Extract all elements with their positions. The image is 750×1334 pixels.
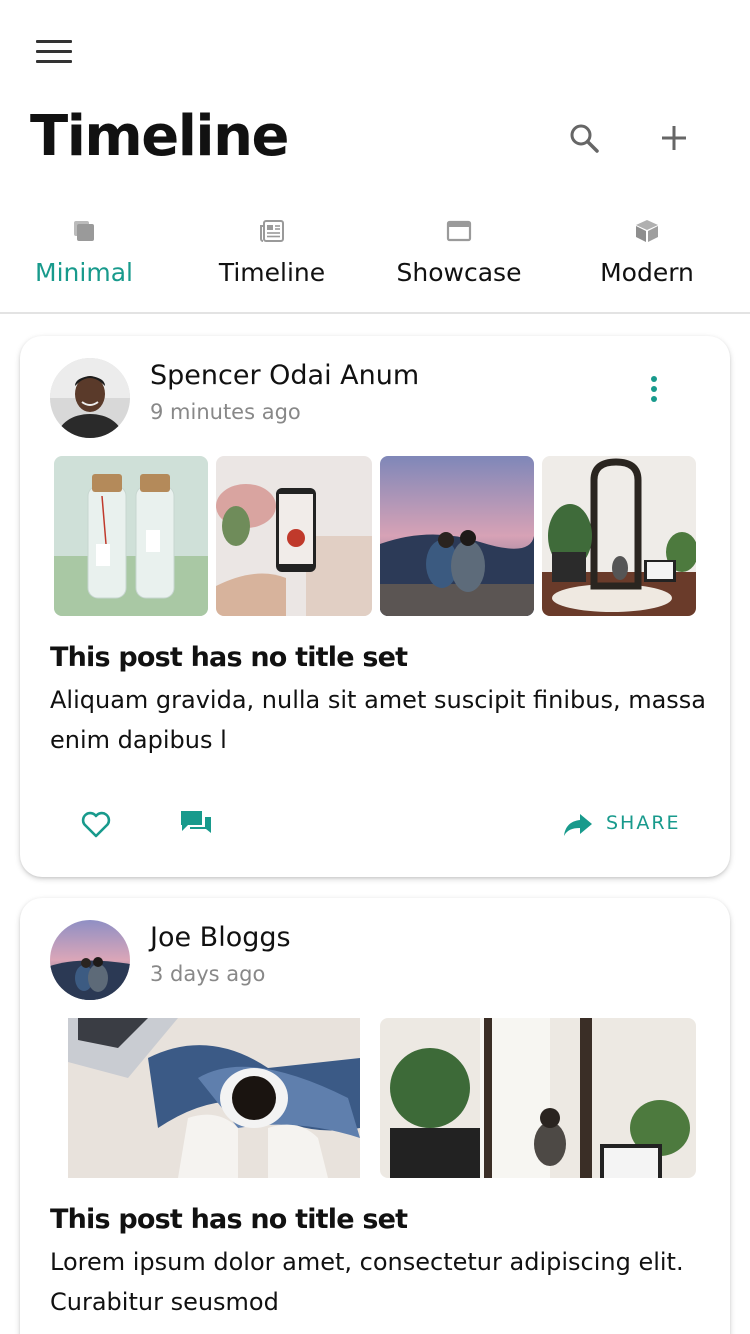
author-name[interactable]: Spencer Odai Anum xyxy=(150,360,419,391)
post-time: 9 minutes ago xyxy=(150,400,301,424)
page-title: Timeline xyxy=(30,104,289,169)
post-body: Aliquam gravida, nulla sit amet suscipit… xyxy=(50,686,707,754)
tab-modern[interactable]: Modern xyxy=(553,208,741,312)
plus-icon[interactable] xyxy=(656,120,692,156)
app-screen: Timeline Minimal Timeline Showcase Moder… xyxy=(0,0,750,1334)
cube-icon xyxy=(634,218,660,244)
more-vertical-icon[interactable] xyxy=(642,376,666,412)
tab-label: Timeline xyxy=(218,258,326,287)
photo-strip xyxy=(54,1018,696,1178)
tab-label: Showcase xyxy=(396,258,522,287)
post-time: 3 days ago xyxy=(150,962,266,986)
post-card: Joe Bloggs 3 days ago This post has no t… xyxy=(20,898,730,1334)
heart-icon[interactable] xyxy=(80,808,112,840)
tab-timeline[interactable]: Timeline xyxy=(178,208,366,312)
share-arrow-icon xyxy=(564,814,592,836)
avatar[interactable] xyxy=(50,920,130,1000)
tab-label: Minimal xyxy=(35,258,133,287)
share-button[interactable]: SHARE xyxy=(562,806,692,842)
post-body: Lorem ipsum dolor amet, consectetur adip… xyxy=(50,1248,684,1316)
author-name[interactable]: Joe Bloggs xyxy=(150,922,291,953)
tab-label: Modern xyxy=(600,258,694,287)
window-icon xyxy=(446,218,472,244)
post-photo[interactable] xyxy=(380,1018,696,1178)
tab-bar: Minimal Timeline Showcase Modern xyxy=(0,208,750,314)
hamburger-menu-icon[interactable] xyxy=(36,40,76,72)
photo-strip xyxy=(54,456,696,616)
post-photo[interactable] xyxy=(68,1018,360,1178)
share-label: SHARE xyxy=(606,812,681,834)
copy-icon xyxy=(71,218,97,244)
post-card: Spencer Odai Anum 9 minutes ago This pos… xyxy=(20,336,730,877)
tab-showcase[interactable]: Showcase xyxy=(365,208,553,312)
tab-minimal[interactable]: Minimal xyxy=(0,208,178,312)
post-title: This post has no title set xyxy=(50,642,408,673)
search-icon[interactable] xyxy=(566,120,602,156)
post-title: This post has no title set xyxy=(50,1204,408,1235)
comment-icon[interactable] xyxy=(178,808,214,840)
post-photo[interactable] xyxy=(216,456,372,616)
newspaper-icon xyxy=(259,218,285,244)
post-photo[interactable] xyxy=(380,456,534,616)
avatar[interactable] xyxy=(50,358,130,438)
post-photo[interactable] xyxy=(542,456,696,616)
post-photo[interactable] xyxy=(54,456,208,616)
